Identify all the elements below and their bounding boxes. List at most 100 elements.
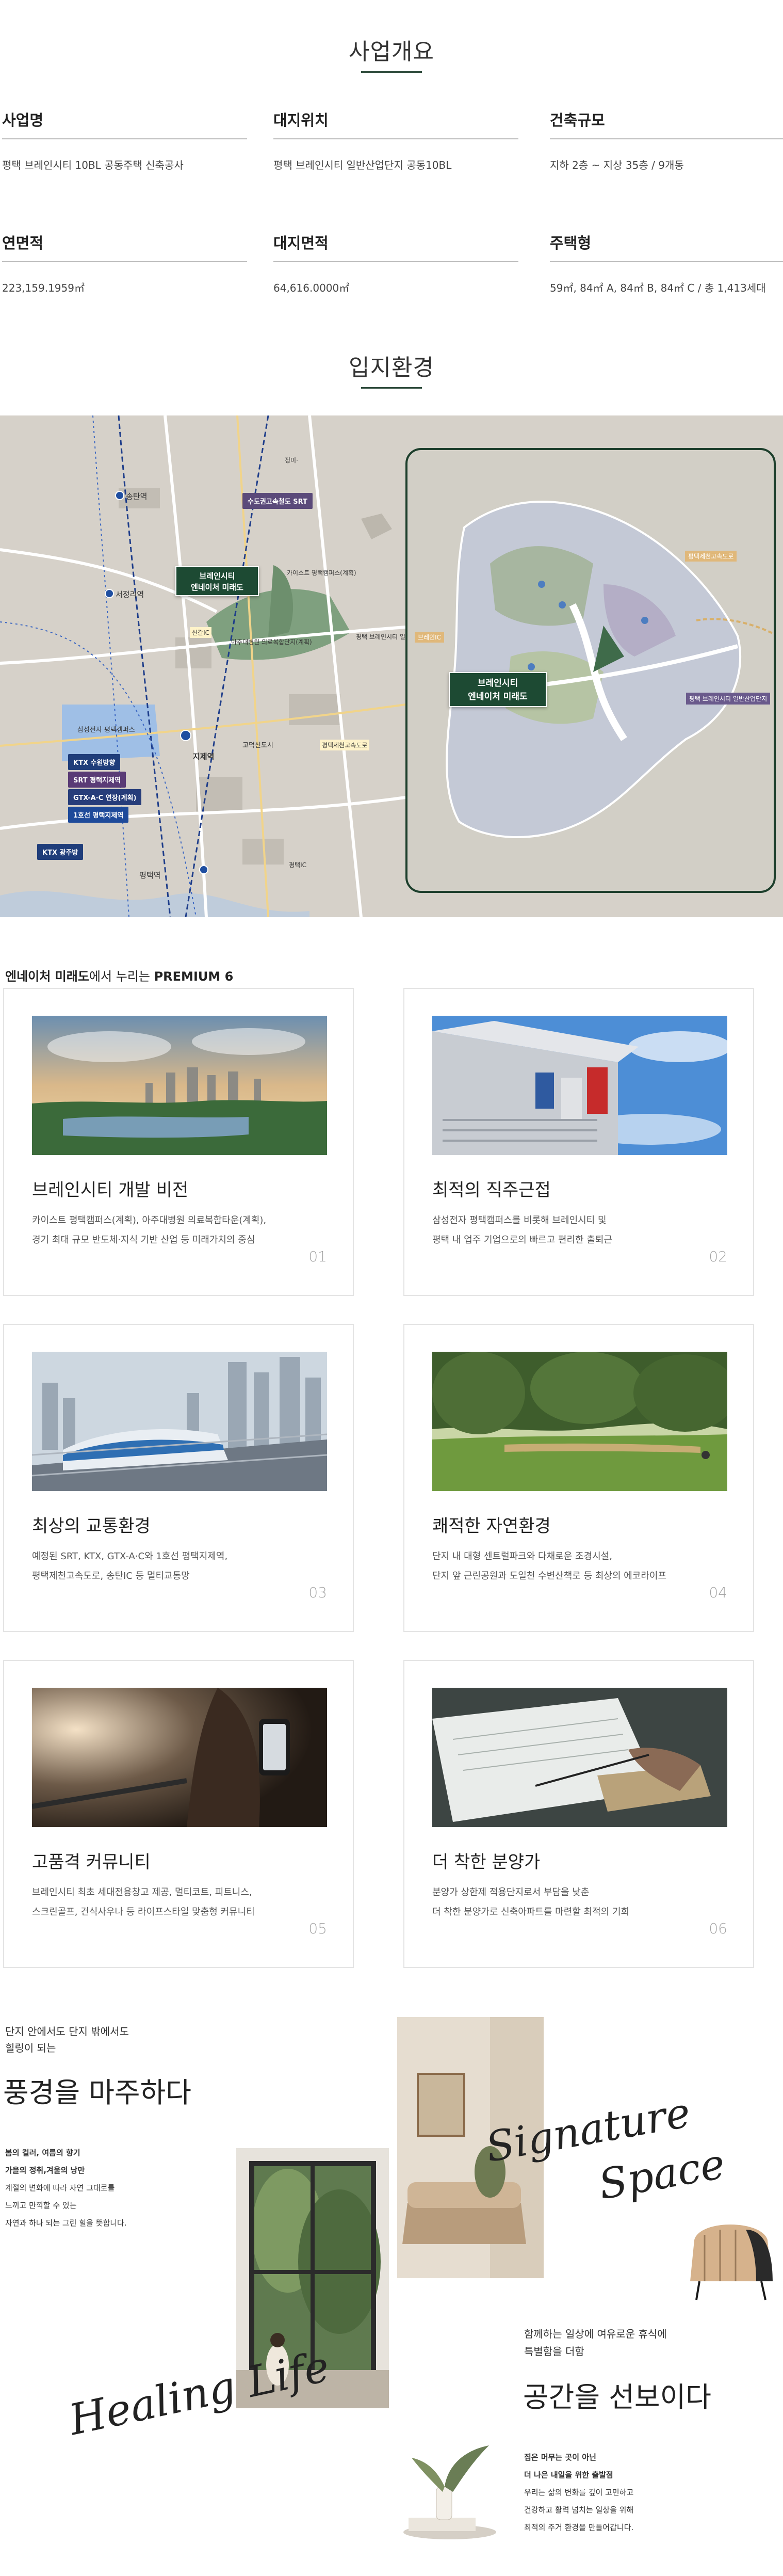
badge-ktx: KTX 수원방향 — [68, 754, 121, 770]
photo-fitness — [32, 1688, 327, 1827]
card-desc: 분양가 상한제 적용단지로서 부담을 낮춘 — [432, 1887, 590, 1898]
label-samsung: 삼성전자 평택캠퍼스 — [77, 726, 135, 734]
photo-documents — [432, 1688, 727, 1827]
overview-value: 지하 2층 ~ 지상 35층 / 9개동 — [550, 159, 684, 171]
photo-armchair — [684, 2209, 778, 2301]
card-desc: 삼성전자 평택캠퍼스를 비롯해 브레인시티 및 — [432, 1215, 607, 1226]
card-desc: 예정된 SRT, KTX, GTX-A·C와 1호선 평택지제역, — [32, 1551, 228, 1562]
healing-sub-1: 계절의 변화에 따라 자연 그대로를 — [5, 2183, 115, 2193]
space-bold-1: 집은 머무는 곳이 아닌 — [524, 2453, 596, 2462]
overview-value: 평택 브레인시티 10BL 공동주택 신축공사 — [2, 159, 184, 171]
script-healing-life: Healing Life — [64, 2342, 334, 2445]
overview-item-name: 사업명 평택 브레인시티 10BL 공동주택 신축공사 — [2, 108, 247, 172]
photo-campus — [432, 1016, 727, 1155]
healing-sub-3: 자연과 하나 되는 그린 힐을 뜻합니다. — [5, 2218, 127, 2228]
location-title-rule — [361, 387, 422, 389]
label-north: 정미· — [285, 457, 298, 464]
premium-heading: 엔네이처 미래도에서 누리는 PREMIUM 6 — [5, 966, 233, 984]
healing-sub-2: 느끼고 만끽할 수 있는 — [5, 2201, 77, 2210]
label-kaist: 카이스트 평택캠퍼스(계획) — [287, 569, 356, 577]
label-jije-station: 지제역 — [193, 752, 215, 761]
label-pyeongtaek-ic: 평택IC — [289, 861, 306, 869]
overview-item-location: 대지위치 평택 브레인시티 일반산업단지 공동10BL — [273, 108, 518, 172]
card-number: 04 — [709, 1584, 727, 1601]
card-number: 02 — [709, 1248, 727, 1265]
inset-label-industrial: 평택 브레인시티 일반산업단지 — [686, 693, 771, 705]
label-songtan-station: 송탄역 — [126, 492, 148, 501]
card-title: 최적의 직주근접 — [432, 1180, 551, 1201]
badge-line1: 1호선 평택지제역 — [68, 807, 129, 823]
card-number: 03 — [308, 1584, 327, 1601]
overview-label: 주택형 — [550, 231, 783, 262]
premium-brand: 엔네이처 미래도 — [5, 969, 89, 984]
overview-label: 대지면적 — [273, 231, 518, 262]
inset-label-expressway: 평택제천고속도로 — [685, 551, 737, 562]
photo-park — [432, 1352, 727, 1491]
script-space: Space — [595, 2139, 729, 2209]
label-ajou: 아주대병원 의료복합단지(계획) — [231, 638, 312, 646]
inset-map-drawing — [446, 501, 774, 838]
location-map: 송탄역 서정리역 수도권고속철도 SRT 삼성전자 평택캠퍼스 카이스트 평택캠… — [0, 415, 783, 917]
inset-site-name-line2: 엔네이처 미래도 — [468, 692, 528, 702]
overview-value: 64,616.0000㎡ — [273, 282, 350, 294]
overview-title-rule — [361, 71, 422, 73]
space-line-1: 우리는 삶의 변화를 깊이 고민하고 — [524, 2488, 634, 2497]
space-intro-1: 함께하는 일상에 여유로운 휴식에 — [524, 2328, 667, 2340]
healing-intro-1: 단지 안에서도 단지 밖에서도 — [5, 2025, 129, 2038]
badge-gtx: GTX-A·C 연장(계획) — [68, 789, 142, 805]
overview-value: 평택 브레인시티 일반산업단지 공동10BL — [273, 159, 452, 171]
premium-card-1: 브레인시티 개발 비전 카이스트 평택캠퍼스(계획), 아주대병원 의료복합타운… — [3, 988, 354, 1296]
label-sinsan-ic: 신갈IC — [190, 627, 211, 638]
card-desc: 경기 최대 규모 반도체·지식 기반 산업 등 미래가치의 중심 — [32, 1235, 255, 1245]
badge-srt: SRT 평택지제역 — [68, 772, 126, 788]
premium-tag: PREMIUM 6 — [154, 969, 234, 984]
overview-item-floor-area: 연면적 223,159.1959㎡ — [2, 231, 247, 295]
overview-title: 사업개요 — [349, 39, 434, 65]
premium-card-4: 쾌적한 자연환경 단지 내 대형 센트럴파크와 다채로운 조경시설, 단지 앞 … — [403, 1324, 754, 1632]
badge-ktx-south: KTX 광주방 — [37, 844, 84, 860]
site-name-line2: 엔네이처 미래도 — [191, 583, 243, 592]
label-expressway: 평택제천고속도로 — [320, 740, 370, 750]
photo-train — [32, 1352, 327, 1491]
premium-card-2: 최적의 직주근접 삼성전자 평택캠퍼스를 비롯해 브레인시티 및 평택 내 업주… — [403, 988, 754, 1296]
label-seojeongri-station: 서정리역 — [116, 590, 144, 599]
label-godeok: 고덕신도시 — [242, 742, 273, 749]
premium-card-6: 더 착한 분양가 분양가 상한제 적용단지로서 부담을 낮춘 더 착한 분양가로… — [403, 1660, 754, 1968]
inset-site-badge: 브레인시티 엔네이처 미래도 — [449, 672, 547, 707]
badge-srt-route: 수도권고속철도 SRT — [242, 493, 313, 509]
card-title: 고품격 커뮤니티 — [32, 1852, 151, 1873]
inset-label-brain-ic: 브레인IC — [415, 632, 445, 643]
card-desc: 평택 내 업주 기업으로의 빠르고 편리한 출퇴근 — [432, 1235, 612, 1245]
overview-label: 건축규모 — [550, 108, 783, 139]
premium-middle: 에서 누리는 — [89, 969, 154, 984]
site-badge-main: 브레인시티 엔네이처 미래도 — [175, 566, 259, 596]
inset-map: 브레인시티 엔네이처 미래도 평택제천고속도로 브레인IC 평택 브레인시티 일… — [405, 448, 776, 893]
healing-intro-2: 힐링이 되는 — [5, 2042, 56, 2054]
overview-item-site-area: 대지면적 64,616.0000㎡ — [273, 231, 518, 295]
site-name-line1: 브레인시티 — [199, 571, 235, 581]
card-title: 쾌적한 자연환경 — [432, 1516, 551, 1537]
card-desc: 카이스트 평택캠퍼스(계획), 아주대병원 의료복합타운(계획), — [32, 1215, 267, 1226]
overview-label: 대지위치 — [273, 108, 518, 139]
overview-label: 연면적 — [2, 231, 247, 262]
space-headline: 공간을 선보이다 — [523, 2381, 711, 2413]
card-title: 더 착한 분양가 — [432, 1852, 541, 1873]
overview-item-scale: 건축규모 지하 2층 ~ 지상 35층 / 9개동 — [550, 108, 783, 172]
space-intro-2: 특별함을 더함 — [524, 2345, 584, 2358]
card-desc: 단지 내 대형 센트럴파크와 다채로운 조경시설, — [432, 1551, 612, 1562]
space-bold-2: 더 나은 내일을 위한 출발점 — [524, 2470, 613, 2479]
overview-item-housing-type: 주택형 59㎡, 84㎡ A, 84㎡ B, 84㎡ C / 총 1,413세대 — [550, 231, 783, 295]
space-line-3: 최적의 주거 환경을 만들어갑니다. — [524, 2523, 634, 2532]
inset-site-name-line1: 브레인시티 — [477, 678, 518, 689]
card-desc: 단지 앞 근린공원과 도일천 수변산책로 등 최상의 에코라이프 — [432, 1571, 667, 1581]
page: 사업개요 사업명 평택 브레인시티 10BL 공동주택 신축공사 대지위치 평택… — [0, 0, 783, 2576]
card-title: 최상의 교통환경 — [32, 1516, 151, 1537]
healing-headline: 풍경을 마주하다 — [3, 2076, 191, 2109]
card-number: 01 — [308, 1248, 327, 1265]
label-pyeongtaek-station: 평택역 — [139, 871, 161, 880]
healing-sub-bold-2: 가을의 정취,겨울의 낭만 — [5, 2166, 85, 2175]
photo-plant-vase — [396, 2445, 503, 2541]
card-desc: 브레인시티 최초 세대전용창고 제공, 멀티코트, 피트니스, — [32, 1887, 252, 1898]
card-desc: 평택제천고속도로, 송탄IC 등 멀티교통망 — [32, 1571, 190, 1581]
premium-card-3: 최상의 교통환경 예정된 SRT, KTX, GTX-A·C와 1호선 평택지제… — [3, 1324, 354, 1632]
